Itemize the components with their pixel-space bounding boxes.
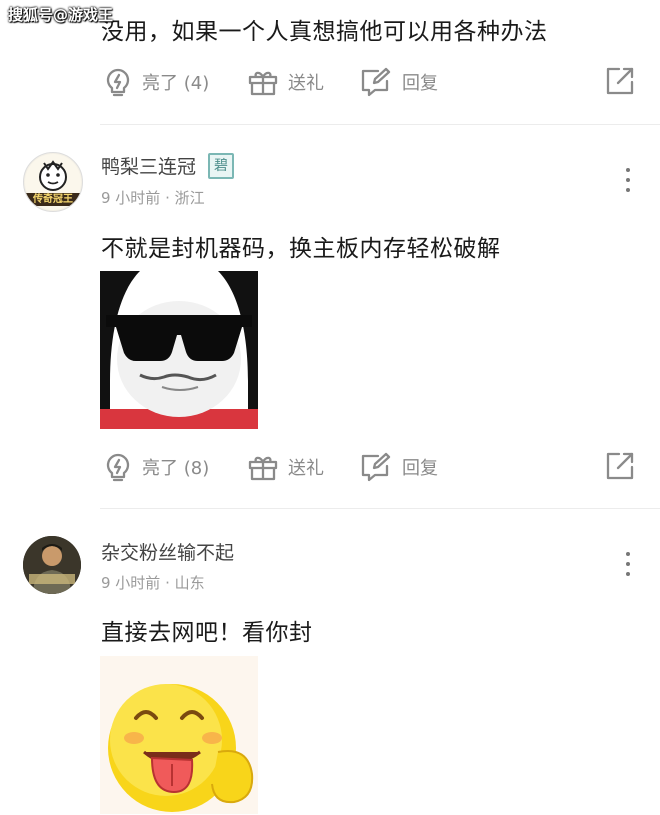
avatar[interactable] xyxy=(23,536,81,594)
divider xyxy=(100,508,660,509)
comment-meta: 9 小时前 · 山东 xyxy=(101,574,205,592)
comment-meta: 9 小时前 · 浙江 xyxy=(101,189,205,207)
edit-reply-icon xyxy=(361,452,391,482)
avatar[interactable]: 传奇冠王 xyxy=(23,152,83,212)
more-button[interactable] xyxy=(621,168,635,198)
gift-icon xyxy=(248,71,278,96)
gift-button[interactable]: 送礼 xyxy=(248,64,324,100)
edit-reply-icon xyxy=(361,67,391,97)
gift-label: 送礼 xyxy=(288,73,324,94)
more-vertical-icon xyxy=(626,168,630,172)
sunglasses-sticker[interactable] xyxy=(100,271,258,429)
comment-actions: 亮了 (8) 送礼 回复 xyxy=(100,449,635,485)
share-icon xyxy=(606,452,634,480)
like-count-label: 亮了 (4) xyxy=(142,73,210,94)
reply-button[interactable]: 回复 xyxy=(360,449,438,485)
comment-text: 直接去网吧！看你封 xyxy=(101,620,313,646)
username-label: 鸭梨三连冠 xyxy=(101,156,197,178)
watermark: 搜狐号@游戏王 xyxy=(8,6,114,24)
comment-actions: 亮了 (4) 送礼 回复 xyxy=(100,64,635,100)
comment-text: 没用，如果一个人真想搞他可以用各种办法 xyxy=(101,19,548,45)
reply-label: 回复 xyxy=(402,458,438,479)
share-icon xyxy=(606,67,634,95)
divider xyxy=(100,124,660,125)
tongue-emoji-sticker[interactable] xyxy=(100,656,258,814)
username[interactable]: 杂交粉丝输不起 xyxy=(101,538,234,565)
like-count-label: 亮了 (8) xyxy=(142,458,210,479)
reply-button[interactable]: 回复 xyxy=(360,64,438,100)
gift-icon xyxy=(248,456,278,481)
username-label: 杂交粉丝输不起 xyxy=(101,542,235,564)
more-button[interactable] xyxy=(621,552,635,582)
avatar-text: 传奇冠王 xyxy=(33,194,73,205)
like-button[interactable]: 亮了 (8) xyxy=(104,449,209,485)
share-button[interactable] xyxy=(605,66,635,100)
username[interactable]: 鸭梨三连冠 碧 xyxy=(101,152,235,179)
comment-text: 不就是封机器码，换主板内存轻松破解 xyxy=(101,236,501,262)
gift-button[interactable]: 送礼 xyxy=(248,449,324,485)
like-button[interactable]: 亮了 (4) xyxy=(104,64,209,100)
level-badge: 碧 xyxy=(208,152,235,179)
share-button[interactable] xyxy=(605,451,635,485)
reply-label: 回复 xyxy=(402,73,438,94)
lightbulb-icon xyxy=(106,68,130,97)
gift-label: 送礼 xyxy=(288,458,324,479)
more-vertical-icon xyxy=(626,552,630,556)
lightbulb-icon xyxy=(106,453,130,482)
